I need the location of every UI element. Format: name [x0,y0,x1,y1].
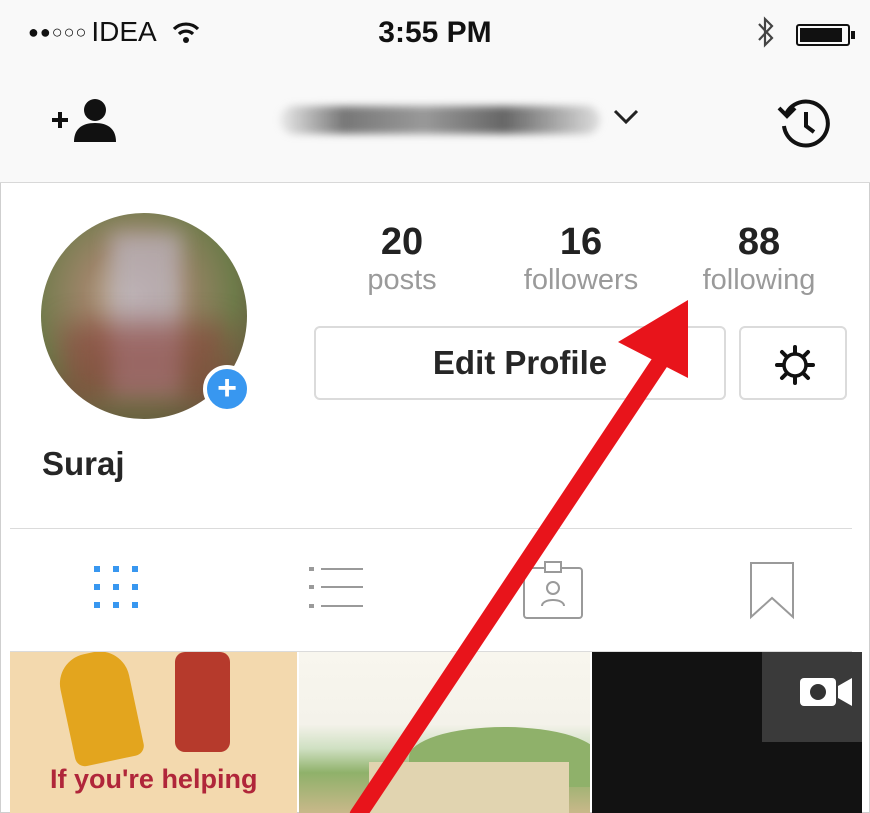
posts-count: 20 [380,221,424,263]
tagged-icon[interactable] [522,560,586,622]
followers-count: 16 [559,221,603,263]
saved-icon[interactable] [748,560,796,620]
profile-name: Suraj [42,445,125,482]
post-thumbnail[interactable] [299,652,590,813]
add-person-icon[interactable] [50,96,122,146]
status-time: 3:55 PM [378,16,492,49]
battery-icon [796,24,855,46]
gear-icon [775,345,815,385]
username-dropdown-blurred[interactable] [280,106,600,134]
post-thumbnail[interactable]: If you're helping [10,652,297,813]
header-divider [10,528,852,529]
post-thumbnail[interactable] [592,652,862,813]
status-bar: ●●○○○ IDEA 3:55 PM [0,0,870,72]
profile-nav-bar [0,72,870,183]
followers-label: followers [523,264,639,296]
chevron-down-icon[interactable] [612,106,640,126]
bluetooth-icon [758,16,774,48]
history-icon[interactable] [776,96,832,152]
following-label: following [702,264,816,296]
stat-followers[interactable]: 16 followers [496,220,666,296]
following-count: 88 [737,221,781,263]
stat-following[interactable]: 88 following [674,220,844,296]
grid-icon[interactable] [91,560,143,612]
video-camera-icon [800,678,852,706]
add-story-badge[interactable]: + [203,365,251,413]
list-icon[interactable] [307,560,365,612]
edit-profile-button[interactable]: Edit Profile [314,326,726,400]
posts-label: posts [367,264,437,296]
options-button[interactable] [739,326,847,400]
stat-posts[interactable]: 20 posts [317,220,487,296]
post-caption-text: If you're helping [50,764,258,794]
